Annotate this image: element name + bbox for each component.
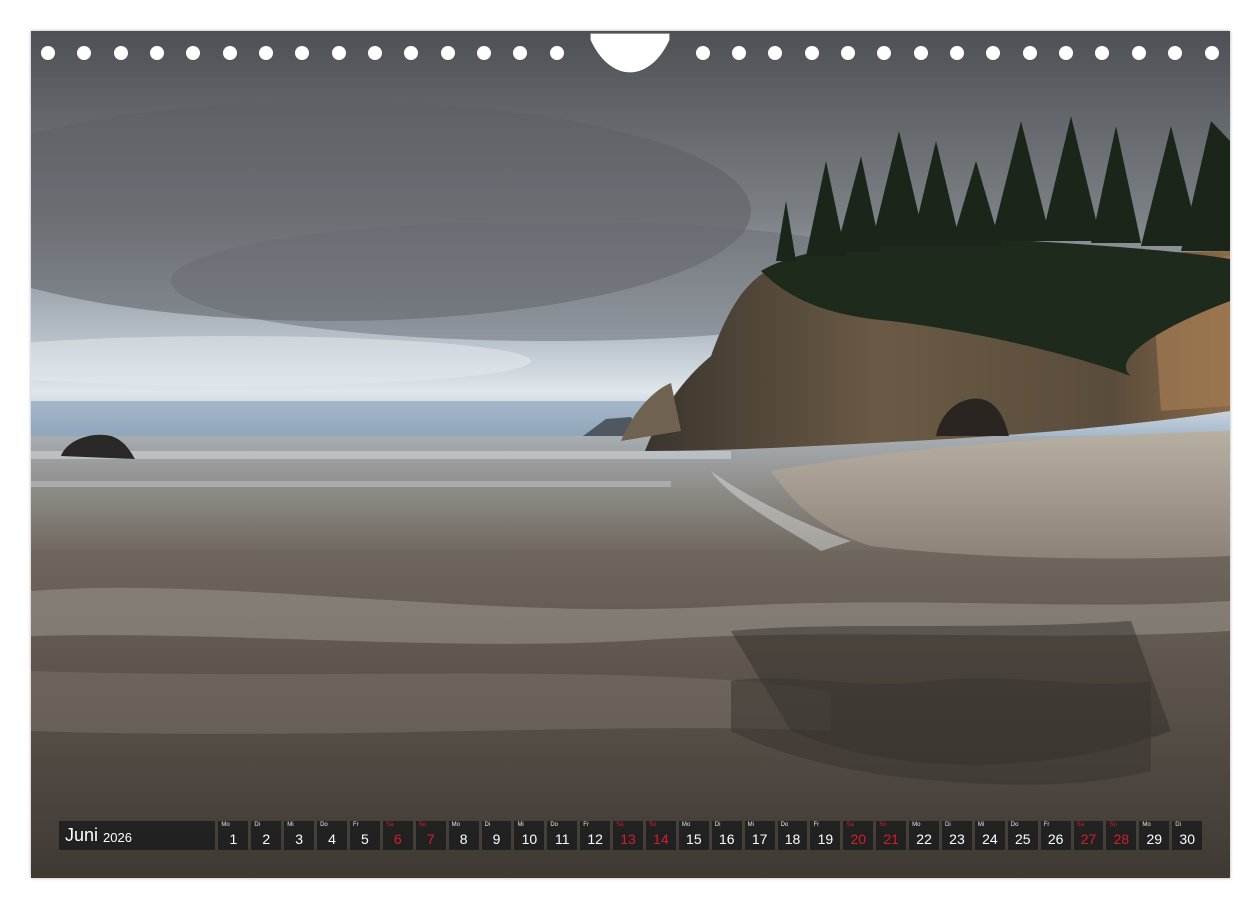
- weekday-label: Mi: [287, 822, 294, 828]
- weekday-label: Fr: [352, 822, 359, 828]
- day-cell: Mo 8: [448, 821, 479, 850]
- day-cell: Fr 5: [349, 821, 380, 850]
- weekday-label: Mo: [912, 822, 921, 828]
- month-label: Juni 2026: [59, 821, 216, 850]
- weekday-label: So: [879, 822, 887, 828]
- day-number: 11: [555, 831, 570, 847]
- weekday-label: Mo: [1142, 822, 1151, 828]
- day-number: 19: [817, 831, 834, 847]
- day-cell: Fr 12: [580, 821, 611, 850]
- weekday-label: Di: [1175, 822, 1181, 828]
- weekday-label: So: [418, 822, 427, 828]
- day-cell: Di 9: [481, 821, 512, 850]
- weekday-label: Do: [550, 822, 558, 828]
- month-year: 2026: [103, 829, 132, 845]
- day-number: 30: [1179, 831, 1195, 847]
- day-cell: Mo 1: [218, 821, 249, 850]
- weekday-label: Mo: [451, 822, 460, 828]
- day-number: 20: [850, 831, 867, 847]
- calendar-photo: [31, 31, 1230, 878]
- day-number: 7: [426, 831, 435, 847]
- weekday-label: Do: [320, 822, 328, 828]
- day-cell: Di 2: [251, 821, 282, 850]
- day-number: 10: [521, 831, 538, 847]
- day-number: 21: [883, 831, 899, 847]
- day-cell: Fr 26: [1040, 821, 1071, 850]
- day-cell-weekend: So 28: [1106, 821, 1137, 850]
- day-number: 27: [1080, 831, 1097, 847]
- day-cell: Mi 17: [744, 821, 775, 850]
- weekday-label: Di: [945, 822, 951, 828]
- weekday-label: Di: [254, 822, 260, 828]
- day-cell: Mi 24: [974, 821, 1005, 850]
- day-cell-weekend: So 21: [876, 821, 907, 850]
- day-cell-weekend: So 14: [646, 821, 676, 850]
- day-cell: Mi 10: [514, 821, 545, 850]
- day-cell: Mo 29: [1139, 821, 1170, 850]
- weekday-label: Sa: [1076, 822, 1084, 828]
- day-number: 17: [751, 831, 768, 847]
- day-cell: Di 23: [942, 821, 972, 850]
- day-number: 24: [982, 831, 998, 847]
- day-number: 12: [587, 831, 603, 847]
- day-cell: Mo 22: [909, 821, 940, 850]
- day-cell-weekend: Sa 27: [1073, 821, 1104, 850]
- day-cell: Mo 15: [678, 821, 709, 850]
- weekday-label: Sa: [616, 822, 624, 828]
- weekday-label: Do: [780, 822, 789, 828]
- weekday-label: Mi: [977, 822, 985, 828]
- day-number: 6: [393, 831, 402, 847]
- weekday-label: Di: [714, 822, 721, 828]
- day-cell: Do 4: [317, 821, 347, 850]
- day-number: 8: [459, 831, 468, 847]
- day-number: 29: [1146, 831, 1163, 847]
- day-number: 25: [1014, 831, 1031, 847]
- day-number: 28: [1113, 831, 1130, 847]
- day-cell-weekend: Sa 13: [613, 821, 643, 850]
- day-number: 2: [262, 831, 271, 847]
- day-cell-weekend: So 7: [415, 821, 446, 850]
- weekday-label: So: [649, 822, 657, 828]
- day-number: 4: [328, 831, 336, 847]
- spiral-binding: [40, 32, 1220, 74]
- weekday-label: Fr: [583, 822, 589, 828]
- day-cell: Mi 3: [284, 821, 315, 850]
- calendar-strip: Juni 2026 Mo 1 Di 2 Mi 3 Do 4 Fr 5 Sa 6 So 7 Mo…: [59, 821, 1203, 850]
- day-number: 1: [229, 831, 238, 847]
- weekday-label: Mo: [681, 822, 691, 828]
- weekday-label: Do: [1010, 822, 1019, 828]
- day-number: 16: [718, 831, 735, 847]
- weekday-label: Sa: [846, 822, 854, 828]
- day-cell: Do 11: [547, 821, 578, 850]
- coastal-landscape-image: [31, 31, 1230, 878]
- day-number: 15: [686, 831, 702, 847]
- month-name: Juni: [65, 825, 99, 845]
- day-number: 5: [361, 831, 369, 847]
- day-cell: Fr 19: [810, 821, 841, 850]
- day-number: 14: [653, 831, 669, 847]
- day-number: 13: [620, 831, 636, 847]
- day-number: 9: [492, 831, 501, 847]
- day-number: 23: [949, 831, 965, 847]
- weekday-label: Sa: [385, 822, 394, 828]
- day-cell: Do 25: [1007, 821, 1038, 850]
- day-cell-weekend: Sa 6: [382, 821, 413, 850]
- day-number: 18: [784, 831, 801, 847]
- weekday-label: Mo: [221, 822, 230, 828]
- day-cell: Do 18: [777, 821, 808, 850]
- weekday-label: Mi: [747, 822, 755, 828]
- day-cell: Di 30: [1172, 821, 1203, 850]
- weekday-label: Fr: [1043, 822, 1050, 828]
- day-number: 26: [1047, 831, 1064, 847]
- weekday-label: So: [1109, 822, 1117, 828]
- day-cell-weekend: Sa 20: [843, 821, 874, 850]
- day-number: 3: [295, 831, 304, 847]
- weekday-label: Di: [484, 822, 491, 828]
- day-number: 22: [916, 831, 932, 847]
- day-cell: Di 16: [711, 821, 742, 850]
- weekday-label: Fr: [813, 822, 820, 828]
- weekday-label: Mi: [517, 822, 524, 828]
